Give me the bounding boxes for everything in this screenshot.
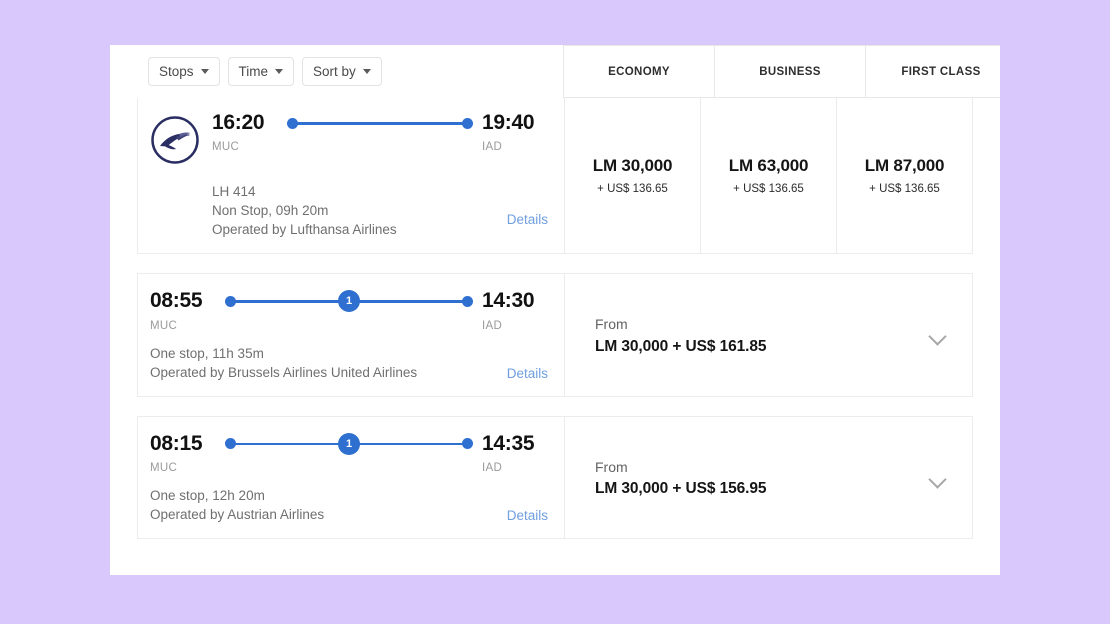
screen: Stops Time Sort by ECONOMY BUSINESS FIRS… [0, 0, 1110, 624]
flight-times-row: 16:20 MUC 19:40 IAD [150, 111, 548, 170]
flight-operator: Operated by Lufthansa Airlines [212, 222, 397, 238]
fare-price-row: From LM 30,000 + US$ 161.85 [564, 274, 972, 396]
from-price-value: LM 30,000 + US$ 161.85 [595, 337, 767, 355]
from-price-value: LM 30,000 + US$ 156.95 [595, 480, 767, 498]
flight-details-block: One stop, 12h 20m Operated by Austrian A… [150, 486, 548, 524]
timeline-stop-badge: 1 [338, 432, 360, 455]
fare-cell-economy[interactable]: LM 30,000 + US$ 136.65 [564, 98, 700, 254]
fare-cell-first-class[interactable]: LM 87,000 + US$ 136.65 [836, 98, 972, 254]
filter-sortby-label: Sort by [313, 63, 356, 79]
timeline-stop-badge: 1 [338, 290, 360, 313]
filter-time-button[interactable]: Time [227, 57, 295, 86]
airline-logo [150, 112, 212, 170]
from-label: From [595, 458, 628, 475]
filter-sortby-button[interactable]: Sort by [302, 57, 382, 86]
arrival-time: 14:30 [482, 289, 535, 313]
fare-miles: LM 63,000 [728, 156, 809, 176]
from-price-text: From LM 30,000 + US$ 156.95 [595, 457, 767, 499]
timeline-end-dot [462, 438, 473, 450]
departure-block: 08:55 MUC [150, 289, 216, 332]
fare-price-row: From LM 30,000 + US$ 156.95 [564, 416, 972, 539]
arrival-time: 19:40 [482, 111, 535, 134]
details-link[interactable]: Details [507, 508, 548, 523]
flight-details-block: One stop, 11h 35m Operated by Brussels A… [150, 344, 548, 382]
flight-timeline: 1 [225, 432, 473, 455]
departure-time: 16:20 [212, 111, 265, 134]
flight-duration: One stop, 12h 20m [150, 487, 265, 503]
filter-stops-label: Stops [159, 63, 194, 79]
fare-class-header-economy: ECONOMY [563, 45, 714, 98]
lufthansa-crane-icon [151, 116, 199, 164]
flight-itinerary: 08:55 MUC 1 14:30 IAD One stop, 11h 35m … [138, 274, 564, 395]
flight-card[interactable]: 08:55 MUC 1 14:30 IAD One stop, 11h 35m … [137, 273, 973, 397]
departure-airport-code: MUC [212, 141, 240, 154]
fare-class-header-first: FIRST CLASS [865, 45, 1000, 98]
flight-operator: Operated by Austrian Airlines [150, 507, 325, 523]
arrival-airport-code: IAD [482, 319, 503, 332]
departure-airport-code: MUC [150, 319, 178, 332]
arrival-time: 14:35 [482, 431, 535, 455]
flight-card[interactable]: 08:15 MUC 1 14:35 IAD One stop, 12h 20m … [137, 415, 973, 540]
flight-itinerary: 08:15 MUC 1 14:35 IAD One stop, 12h 20m … [138, 417, 564, 538]
arrival-block: 19:40 IAD [482, 111, 548, 154]
chevron-down-icon [275, 69, 284, 74]
timeline-start-dot [287, 117, 298, 129]
timeline-start-dot [225, 295, 236, 307]
chevron-down-icon[interactable] [929, 473, 946, 483]
filter-stops-button[interactable]: Stops [148, 57, 220, 86]
flight-itinerary: 16:20 MUC 19:40 IAD LH 414 Non Stop, 09h… [138, 98, 564, 253]
chevron-down-icon [200, 69, 209, 74]
fare-miles: LM 87,000 [864, 156, 945, 176]
chevron-down-icon [362, 69, 371, 74]
timeline-line [293, 122, 467, 125]
from-price-cell[interactable]: From LM 30,000 + US$ 161.85 [564, 274, 972, 396]
departure-block: 16:20 MUC [212, 111, 278, 154]
flight-results-panel: Stops Time Sort by ECONOMY BUSINESS FIRS… [110, 45, 1000, 575]
departure-airport-code: MUC [150, 461, 178, 474]
fare-cash: + US$ 136.65 [869, 183, 940, 196]
fare-cash: + US$ 136.65 [597, 183, 668, 196]
flight-times-row: 08:55 MUC 1 14:30 IAD [150, 289, 548, 332]
results-toolbar: Stops Time Sort by ECONOMY BUSINESS FIRS… [137, 45, 1000, 98]
filter-time-label: Time [238, 63, 269, 79]
from-label: From [595, 316, 628, 333]
flight-operator: Operated by Brussels Airlines United Air… [150, 364, 418, 380]
departure-time: 08:55 [150, 289, 203, 313]
fare-price-row: LM 30,000 + US$ 136.65 LM 63,000 + US$ 1… [564, 98, 972, 254]
flight-times-row: 08:15 MUC 1 14:35 IAD [150, 431, 548, 474]
fare-class-header-row: ECONOMY BUSINESS FIRST CLASS [563, 45, 1000, 98]
chevron-down-icon[interactable] [929, 330, 946, 340]
arrival-block: 14:35 IAD [482, 431, 548, 474]
details-link[interactable]: Details [507, 366, 548, 381]
flight-duration: One stop, 11h 35m [150, 345, 264, 361]
fare-class-header-business: BUSINESS [714, 45, 865, 98]
arrival-airport-code: IAD [482, 461, 503, 474]
flight-details-block: LH 414 Non Stop, 09h 20m Operated by Luf… [150, 182, 548, 239]
flight-results-list: 16:20 MUC 19:40 IAD LH 414 Non Stop, 09h… [110, 98, 1000, 540]
arrival-block: 14:30 IAD [482, 289, 548, 332]
details-link[interactable]: Details [507, 212, 548, 227]
fare-cash: + US$ 136.65 [733, 183, 804, 196]
fare-miles: LM 30,000 [592, 156, 673, 176]
from-price-text: From LM 30,000 + US$ 161.85 [595, 314, 767, 356]
departure-block: 08:15 MUC [150, 431, 216, 474]
filter-group: Stops Time Sort by [137, 45, 563, 98]
flight-card[interactable]: 16:20 MUC 19:40 IAD LH 414 Non Stop, 09h… [137, 98, 973, 255]
flight-number: LH 414 [212, 184, 256, 199]
fare-cell-business[interactable]: LM 63,000 + US$ 136.65 [700, 98, 836, 254]
from-price-cell[interactable]: From LM 30,000 + US$ 156.95 [564, 416, 972, 539]
timeline-start-dot [225, 438, 236, 450]
timeline-end-dot [462, 117, 473, 129]
arrival-airport-code: IAD [482, 141, 503, 154]
departure-time: 08:15 [150, 431, 203, 455]
flight-duration: Non Stop, 09h 20m [212, 203, 329, 219]
flight-timeline: 1 [225, 290, 473, 313]
timeline-end-dot [462, 295, 473, 307]
flight-timeline [287, 112, 473, 134]
